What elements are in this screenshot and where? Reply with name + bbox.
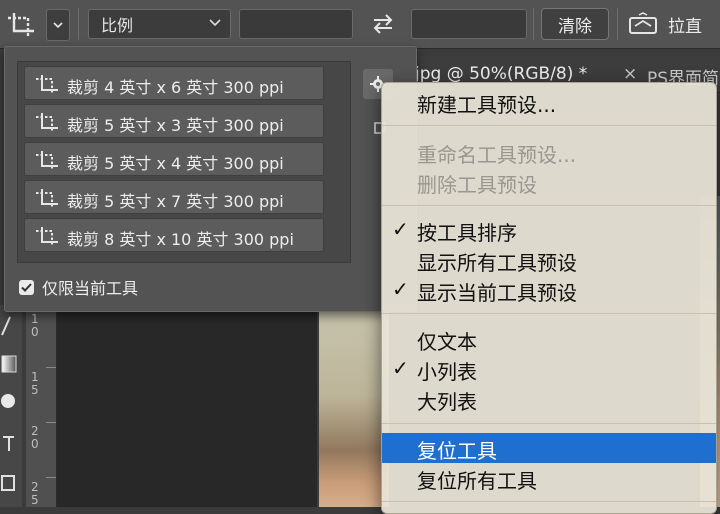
tool-preset-panel: 裁剪 4 英寸 x 6 英寸 300 ppi 裁剪 5 英寸 x 3 英寸 30… — [4, 46, 417, 312]
divider — [78, 8, 79, 40]
ruler-label: 20 — [31, 424, 39, 451]
menu-separator — [382, 125, 716, 126]
menu-item-reset-all-tools[interactable]: 复位所有工具 — [382, 463, 716, 493]
menu-separator — [382, 423, 716, 424]
crop-icon — [36, 113, 58, 132]
crop-tool-icon[interactable] — [4, 10, 40, 38]
list-item[interactable]: 裁剪 5 英寸 x 7 英寸 300 ppi — [24, 180, 324, 214]
preset-label: 裁剪 5 英寸 x 4 英寸 300 ppi — [67, 154, 284, 173]
preset-panel-menu: 新建工具预设... 重命名工具预设... 删除工具预设 ✓ 按工具排序 显示所有… — [381, 82, 717, 514]
only-current-tool-label: 仅限当前工具 — [42, 279, 139, 298]
checkmark-icon: ✓ — [392, 217, 409, 241]
canvas-image — [319, 305, 389, 507]
clear-button[interactable]: 清除 — [541, 8, 609, 40]
checkbox-checked-icon[interactable] — [19, 279, 34, 295]
menu-item-rename-preset: 重命名工具预设... — [417, 143, 577, 167]
list-item[interactable]: 裁剪 4 英寸 x 6 英寸 300 ppi — [24, 66, 324, 100]
document-tab-title[interactable]: jpg @ 50%(RGB/8) * — [415, 64, 587, 84]
preset-label: 裁剪 5 英寸 x 3 英寸 300 ppi — [67, 116, 284, 135]
height-input[interactable] — [411, 9, 527, 39]
preset-label: 裁剪 4 英寸 x 6 英寸 300 ppi — [67, 78, 284, 97]
dodge-icon[interactable] — [0, 391, 20, 413]
preset-list: 裁剪 4 英寸 x 6 英寸 300 ppi 裁剪 5 英寸 x 3 英寸 30… — [17, 61, 351, 263]
gradient-icon[interactable] — [0, 353, 20, 375]
chevron-down-icon — [209, 19, 221, 27]
menu-item-large-list[interactable]: 大列表 — [382, 384, 716, 414]
crop-icon — [36, 75, 58, 94]
ruler-tick — [46, 422, 56, 423]
ratio-select[interactable]: 比例 — [88, 9, 231, 39]
checkmark-icon: ✓ — [392, 277, 409, 301]
preset-label: 裁剪 8 英寸 x 10 英寸 300 ppi — [67, 230, 294, 249]
ruler-label: 25 — [31, 480, 39, 507]
list-item[interactable]: 裁剪 8 英寸 x 10 英寸 300 ppi — [24, 218, 324, 252]
swap-dimensions-icon[interactable] — [371, 13, 395, 35]
crop-icon — [36, 151, 58, 170]
menu-item-delete-preset: 删除工具预设 — [417, 173, 537, 197]
tools-panel — [0, 305, 22, 507]
ratio-select-value: 比例 — [101, 16, 134, 35]
brush-icon[interactable] — [0, 313, 20, 337]
ruler-label: 10 — [31, 312, 39, 339]
divider — [617, 8, 618, 40]
checkmark-icon: ✓ — [392, 356, 409, 380]
pen-icon[interactable] — [0, 433, 20, 455]
list-item[interactable]: 裁剪 5 英寸 x 4 英寸 300 ppi — [24, 142, 324, 176]
straighten-label[interactable]: 拉直 — [668, 12, 702, 37]
list-item[interactable]: 裁剪 5 英寸 x 3 英寸 300 ppi — [24, 104, 324, 138]
menu-item-new-preset[interactable]: 新建工具预设... — [382, 87, 716, 117]
menu-item-show-all-presets[interactable]: 显示所有工具预设 — [382, 245, 716, 275]
chevron-down-icon — [53, 21, 63, 28]
tool-preset-picker-button[interactable] — [46, 9, 70, 41]
menu-separator — [382, 501, 716, 502]
menu-item-sort-by-tool[interactable]: ✓ 按工具排序 — [382, 215, 716, 245]
crop-icon — [36, 227, 58, 246]
menu-item-reset-tool[interactable]: 复位工具 — [382, 433, 716, 463]
shape-icon[interactable] — [0, 473, 20, 495]
ruler-label: 15 — [31, 370, 39, 397]
straighten-icon[interactable] — [628, 12, 658, 36]
menu-item-text-only[interactable]: 仅文本 — [382, 324, 716, 354]
canvas-pasteboard — [57, 305, 317, 507]
menu-separator — [382, 313, 716, 314]
menu-item-show-current-presets[interactable]: ✓ 显示当前工具预设 — [382, 275, 716, 305]
only-current-tool-checkbox[interactable]: 仅限当前工具 — [19, 275, 138, 299]
ruler-tick — [46, 367, 56, 368]
vertical-ruler: 10 15 20 25 — [26, 305, 57, 507]
menu-item-small-list[interactable]: ✓ 小列表 — [382, 354, 716, 384]
crop-icon — [36, 189, 58, 208]
width-input[interactable] — [239, 9, 353, 39]
preset-label: 裁剪 5 英寸 x 7 英寸 300 ppi — [67, 192, 284, 211]
menu-separator — [382, 205, 716, 206]
divider — [533, 8, 534, 40]
close-icon[interactable]: × — [623, 64, 637, 84]
options-bar: 比例 清除 拉直 — [0, 0, 720, 49]
ruler-tick — [46, 477, 56, 478]
